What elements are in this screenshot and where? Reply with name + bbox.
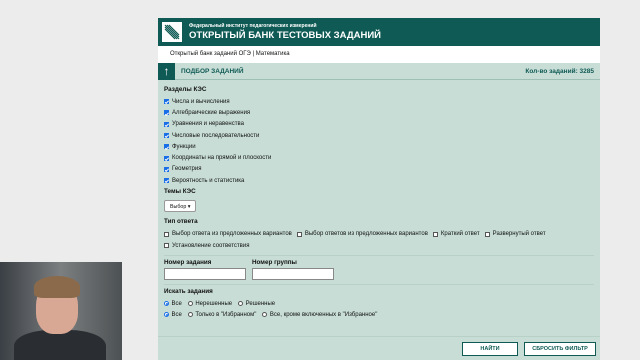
group-number-input[interactable]	[252, 268, 334, 281]
radio-label: Все	[171, 311, 182, 318]
kes-item[interactable]: Уравнения и неравенства	[164, 119, 594, 130]
checkbox[interactable]	[432, 231, 438, 237]
kes-topics-title: Темы КЭС	[164, 188, 196, 196]
group-number-group: Номер группы	[252, 259, 334, 281]
radio-option[interactable]: Все, кроме включенных в "Избранное"	[262, 312, 377, 318]
number-fields: Номер задания Номер группы	[164, 259, 594, 281]
answer-type-option[interactable]: Развернутый ответ	[484, 231, 546, 238]
caret-down-icon: ▾	[187, 204, 191, 211]
header-subtitle: Федеральный институт педагогических изме…	[189, 22, 317, 29]
checkbox[interactable]	[164, 231, 169, 237]
kes-item-label: Числовые последовательности	[172, 132, 260, 139]
task-bank-window: Федеральный институт педагогических изме…	[158, 18, 600, 360]
radio[interactable]	[262, 312, 268, 318]
collapse-arrow-icon[interactable]: ↑	[158, 62, 175, 80]
kes-item-label: Координаты на прямой и плоскости	[172, 155, 272, 162]
checkbox[interactable]	[164, 99, 169, 105]
kes-item-label: Вероятность и статистика	[172, 177, 245, 184]
reset-filter-button[interactable]: СБРОСИТЬ ФИЛЬТР	[524, 341, 596, 356]
radio-label: Все	[171, 300, 182, 307]
radio-option[interactable]: Решенные	[238, 301, 275, 307]
radio-label: Решенные	[245, 300, 276, 307]
radio[interactable]	[187, 301, 193, 307]
kes-item-label: Уравнения и неравенства	[172, 121, 244, 128]
breadcrumb: Открытый банк заданий ОГЭ | Математика	[158, 46, 600, 63]
task-count: Кол-во заданий: 3285	[525, 67, 594, 75]
radio-label: Нерешенные	[195, 300, 233, 307]
divider	[164, 284, 594, 286]
answer-type-option[interactable]: Выбор ответов из предложенных вариантов	[296, 231, 428, 238]
answer-type-label: Выбор ответов из предложенных вариантов	[304, 231, 428, 238]
radio-option[interactable]: Только в "Избранном"	[187, 311, 257, 318]
topics-select-button[interactable]: Выбор ▾	[164, 200, 197, 213]
radio[interactable]	[238, 301, 244, 307]
webcam-person-hair	[34, 276, 80, 298]
task-number-group: Номер задания	[164, 259, 246, 281]
find-button[interactable]: НАЙТИ	[462, 341, 518, 356]
checkbox[interactable]	[164, 110, 169, 116]
radio-label: Все, кроме включенных в "Избранное"	[269, 311, 378, 318]
answer-type-label: Установление соответствия	[172, 242, 250, 249]
checkbox[interactable]	[164, 155, 169, 161]
checkbox[interactable]	[164, 166, 169, 172]
answer-type-option[interactable]: Краткий ответ	[432, 231, 480, 238]
radio-option[interactable]: Нерешенные	[187, 300, 233, 307]
kes-item[interactable]: Вероятность и статистика	[164, 175, 594, 186]
radio[interactable]	[164, 312, 169, 318]
form-footer: НАЙТИ СБРОСИТЬ ФИЛЬТР	[158, 336, 600, 360]
webcam-person-body	[14, 330, 106, 360]
checkbox[interactable]	[164, 178, 169, 184]
answer-type-option[interactable]: Выбор ответа из предложенных вариантов	[164, 231, 292, 237]
answer-type-label: Выбор ответа из предложенных вариантов	[172, 231, 292, 238]
header-title: ОТКРЫТЫЙ БАНК ТЕСТОВЫХ ЗАДАНИЙ	[189, 29, 381, 41]
answer-type-label: Развернутый ответ	[492, 231, 546, 238]
checkbox[interactable]	[296, 231, 302, 237]
checkbox[interactable]	[164, 243, 169, 249]
kes-item[interactable]: Числовые последовательности	[164, 130, 594, 141]
radio[interactable]	[164, 301, 169, 307]
radio[interactable]	[187, 312, 193, 318]
filter-form: Разделы КЭС Числа и вычисления Алгебраич…	[158, 80, 600, 320]
kes-item[interactable]: Координаты на прямой и плоскости	[164, 152, 594, 163]
answer-type-title: Тип ответа	[164, 218, 198, 226]
fipi-logo-icon[interactable]	[162, 22, 182, 42]
favorites-filter-row: Все Только в "Избранном" Все, кроме вклю…	[164, 309, 594, 320]
divider	[164, 255, 594, 257]
site-header: Федеральный институт педагогических изме…	[158, 18, 600, 46]
search-title: Искать задания	[164, 288, 213, 296]
kes-item-label: Функции	[172, 143, 196, 150]
kes-sections-title: Разделы КЭС	[164, 86, 207, 93]
task-number-input[interactable]	[164, 268, 246, 281]
radio-option[interactable]: Все	[164, 301, 182, 307]
kes-item-label: Геометрия	[172, 166, 202, 173]
kes-item[interactable]: Числа и вычисления	[164, 96, 594, 107]
topics-select-label: Выбор	[170, 204, 187, 211]
radio-label: Только в "Избранном"	[195, 311, 257, 318]
kes-item[interactable]: Геометрия	[164, 164, 594, 175]
solved-filter-row: Все Нерешенные Решенные	[164, 298, 594, 309]
filter-panel-bar: ↑ ПОДБОР ЗАДАНИЙ Кол-во заданий: 3285	[158, 62, 600, 80]
answer-type-option[interactable]: Установление соответствия	[164, 243, 249, 249]
webcam-overlay	[0, 262, 122, 360]
kes-item[interactable]: Функции	[164, 141, 594, 152]
checkbox[interactable]	[164, 121, 169, 127]
kes-item-label: Числа и вычисления	[172, 98, 230, 105]
filter-panel-title: ПОДБОР ЗАДАНИЙ	[181, 67, 244, 75]
kes-item-label: Алгебраические выражения	[172, 109, 251, 116]
kes-item[interactable]: Алгебраические выражения	[164, 107, 594, 118]
task-number-label: Номер задания	[164, 259, 212, 267]
answer-type-row: Установление соответствия	[164, 240, 594, 252]
radio-option[interactable]: Все	[164, 312, 182, 318]
checkbox[interactable]	[484, 231, 490, 237]
checkbox[interactable]	[164, 133, 169, 139]
kes-section-list: Числа и вычисления Алгебраические выраже…	[164, 96, 594, 186]
answer-type-row: Выбор ответа из предложенных вариантов В…	[164, 228, 594, 240]
group-number-label: Номер группы	[252, 259, 297, 267]
checkbox[interactable]	[164, 144, 169, 150]
answer-type-label: Краткий ответ	[440, 231, 480, 238]
